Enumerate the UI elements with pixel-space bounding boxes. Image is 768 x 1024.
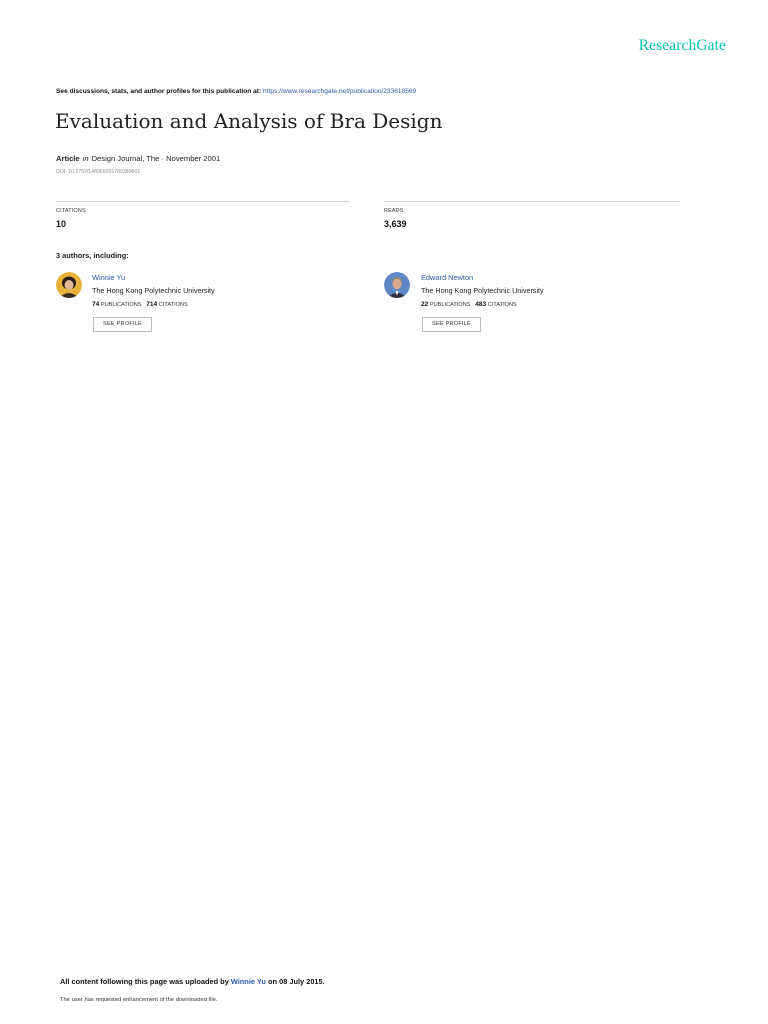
- enhancement-note: The user has requested enhancement of th…: [60, 997, 218, 1003]
- author-name-link[interactable]: Winnie Yu: [92, 273, 125, 282]
- upload-notice-lead: All content following this page was uplo…: [60, 977, 229, 986]
- discussion-label: See discussions, stats, and author profi…: [56, 88, 262, 95]
- publication-url-link[interactable]: https://www.researchgate.net/publication…: [263, 88, 416, 95]
- author-stats: 74 PUBLICATIONS 714 CITATIONS: [92, 301, 188, 308]
- publications-label: PUBLICATIONS: [429, 302, 471, 308]
- author-institution: The Hong Kong Polytechnic University: [92, 286, 215, 295]
- upload-notice: All content following this page was uplo…: [60, 977, 325, 986]
- publication-title: Evaluation and Analysis of Bra Design: [55, 109, 443, 133]
- journal-name: Design Journal, The: [91, 154, 160, 163]
- citations-label: CITATIONS: [56, 208, 86, 214]
- publications-label: PUBLICATIONS: [100, 302, 142, 308]
- publication-doi: DOI: 10.2752/146069201789389601: [56, 169, 141, 175]
- discussion-line: See discussions, stats, and author profi…: [56, 88, 416, 95]
- uploader-link[interactable]: Winnie Yu: [231, 977, 266, 986]
- in-word: in: [82, 154, 89, 163]
- avatar-edward-newton[interactable]: [384, 272, 410, 298]
- citations-divider: [56, 201, 350, 202]
- citations-label: CITATIONS: [487, 302, 517, 308]
- see-profile-button[interactable]: SEE PROFILE: [93, 317, 152, 332]
- citations-count: 483: [475, 301, 487, 308]
- publications-count: 74: [92, 301, 100, 308]
- researchgate-logo[interactable]: ResearchGate: [639, 37, 726, 55]
- citations-label: CITATIONS: [158, 302, 188, 308]
- avatar-winnie-yu[interactable]: [56, 272, 82, 298]
- reads-value: 3,639: [384, 219, 407, 229]
- authors-heading: 3 authors, including:: [56, 251, 129, 260]
- citations-count: 714: [146, 301, 158, 308]
- citations-value: 10: [56, 219, 67, 229]
- reads-divider: [384, 201, 680, 202]
- author-name-link[interactable]: Edward Newton: [421, 273, 473, 282]
- author-institution: The Hong Kong Polytechnic University: [421, 286, 544, 295]
- publications-count: 22: [421, 301, 429, 308]
- publication-date: November 2001: [166, 154, 221, 163]
- publication-type: Article: [56, 154, 80, 163]
- reads-label: READS: [384, 208, 404, 214]
- upload-date: on 08 July 2015.: [268, 977, 325, 986]
- see-profile-button[interactable]: SEE PROFILE: [422, 317, 481, 332]
- publication-meta: Article in Design Journal, The · November …: [56, 154, 221, 163]
- author-stats: 22 PUBLICATIONS 483 CITATIONS: [421, 301, 517, 308]
